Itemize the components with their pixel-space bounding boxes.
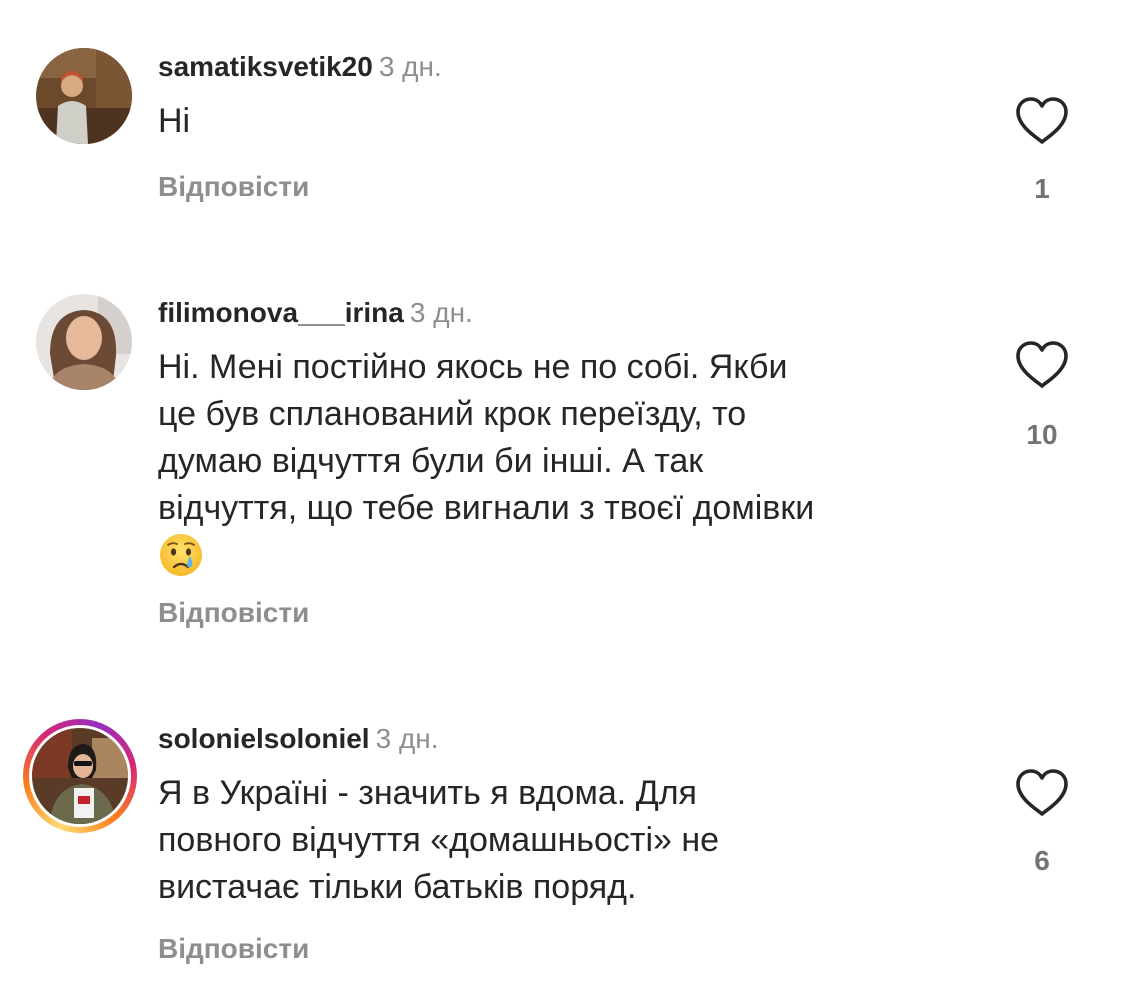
comment-header: samatiksvetik20 3 дн. [158, 50, 442, 84]
heart-outline-icon [1016, 769, 1068, 816]
comment-header: solonielsoloniel 3 дн. [158, 722, 439, 756]
like-count: 10 [1026, 419, 1058, 450]
username[interactable]: samatiksvetik20 [158, 51, 373, 82]
comment-text-line: Ні. Мені постійно якось не по собі. Якби [158, 348, 788, 386]
comment-text-line: це був спланований крок переїзду, то [158, 395, 747, 433]
like-button[interactable] [1014, 96, 1070, 146]
like-button[interactable] [1014, 340, 1070, 390]
comment-text-line: повного відчуття «домашньості» не [158, 821, 720, 859]
comment-text: Ні. Мені постійно якось не по собі. Якби… [158, 344, 978, 583]
like-button[interactable] [1014, 768, 1070, 818]
reply-button[interactable]: Відповісти [158, 932, 309, 966]
comment-text: Ні [158, 102, 191, 140]
timestamp: 3 дн. [378, 51, 442, 82]
comment-text-line: Я в Україні - значить я вдома. Для [158, 774, 697, 812]
reply-button[interactable]: Відповісти [158, 170, 309, 204]
username[interactable]: solonielsoloniel [158, 723, 370, 754]
like-count: 1 [1034, 173, 1050, 204]
like-count: 6 [1034, 845, 1050, 876]
heart-outline-icon [1016, 341, 1068, 388]
comment-text-line: вистачає тільки батьків поряд. [158, 868, 637, 906]
heart-outline-icon [1016, 97, 1068, 144]
timestamp: 3 дн. [375, 723, 439, 754]
username[interactable]: filimonova___irina [158, 297, 404, 328]
comment-header: filimonova___irina 3 дн. [158, 296, 473, 330]
story-ring[interactable] [23, 719, 137, 833]
timestamp: 3 дн. [409, 297, 473, 328]
avatar[interactable] [36, 48, 132, 144]
comment-text-line: відчуття, що тебе вигнали з твоєї домівк… [158, 489, 815, 527]
comment-text: Я в Україні - значить я вдома. Для повно… [158, 770, 978, 911]
crying-face-emoji [160, 534, 202, 576]
avatar[interactable] [32, 728, 128, 824]
comment-text-line: думаю відчуття були би інші. А так [158, 442, 704, 480]
avatar[interactable] [36, 294, 132, 390]
reply-button[interactable]: Відповісти [158, 596, 309, 630]
